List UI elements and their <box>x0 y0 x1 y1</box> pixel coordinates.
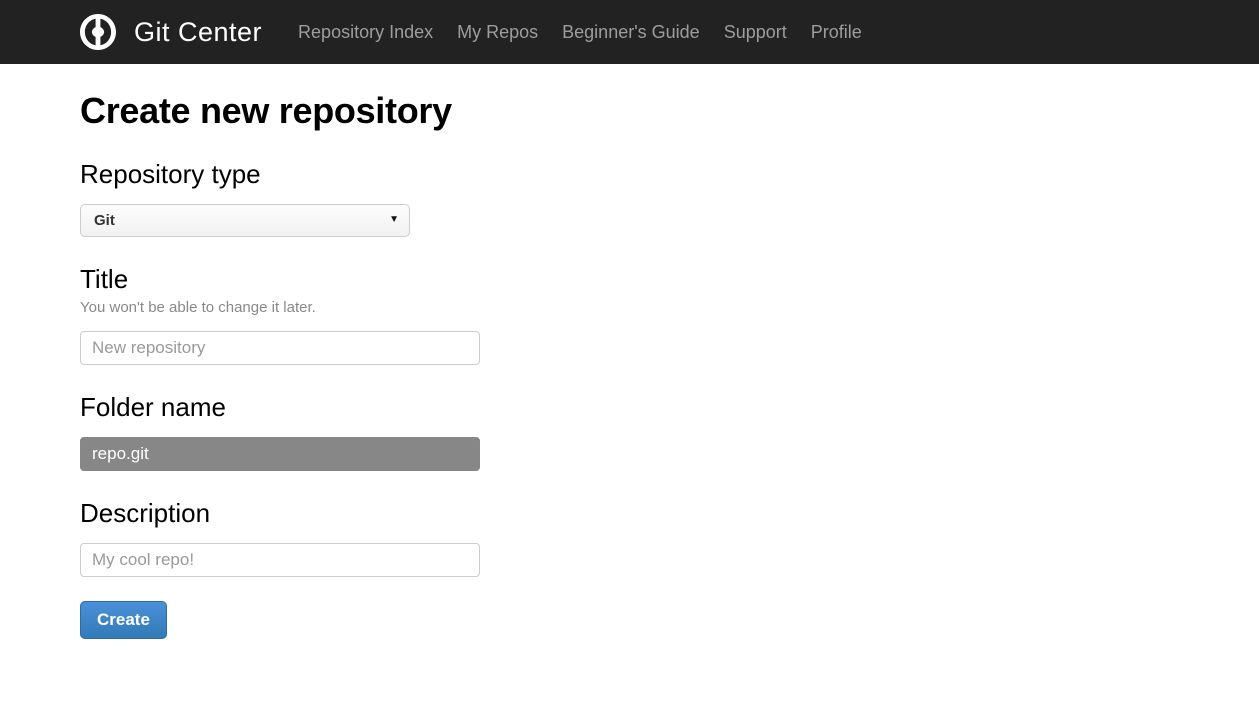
brand-title: Git Center <box>134 16 263 47</box>
folder-name-label: Folder name <box>80 392 226 423</box>
top-navbar: Git Center Repository Index My Repos Beg… <box>0 0 1259 64</box>
nav-item-profile[interactable]: Profile <box>799 22 874 43</box>
repository-type-select[interactable]: Git <box>80 203 410 237</box>
repository-type-label: Repository type <box>80 159 261 189</box>
title-help-text: You won't be able to change it later. <box>80 298 316 316</box>
create-button[interactable]: Create <box>80 601 167 640</box>
repository-type-selected-value: Git <box>94 211 115 229</box>
title-label: Title <box>80 263 129 294</box>
nav-item-beginners-guide[interactable]: Beginner's Guide <box>550 22 712 43</box>
main-content: Create new repository Repository type Gi… <box>0 64 1259 640</box>
page-title: Create new repository <box>80 90 452 131</box>
git-center-logo-icon <box>80 14 116 50</box>
description-input[interactable] <box>80 543 480 578</box>
primary-nav: Repository Index My Repos Beginner's Gui… <box>286 22 874 43</box>
description-label: Description <box>80 498 211 529</box>
brand-link[interactable]: Git Center <box>78 12 262 52</box>
nav-item-repository-index[interactable]: Repository Index <box>286 22 445 43</box>
nav-item-support[interactable]: Support <box>712 22 799 43</box>
folder-name-input[interactable] <box>80 437 480 472</box>
repository-type-select-wrapper: Git ▼ <box>80 203 410 237</box>
nav-item-my-repos[interactable]: My Repos <box>445 22 550 43</box>
title-input[interactable] <box>80 331 480 366</box>
